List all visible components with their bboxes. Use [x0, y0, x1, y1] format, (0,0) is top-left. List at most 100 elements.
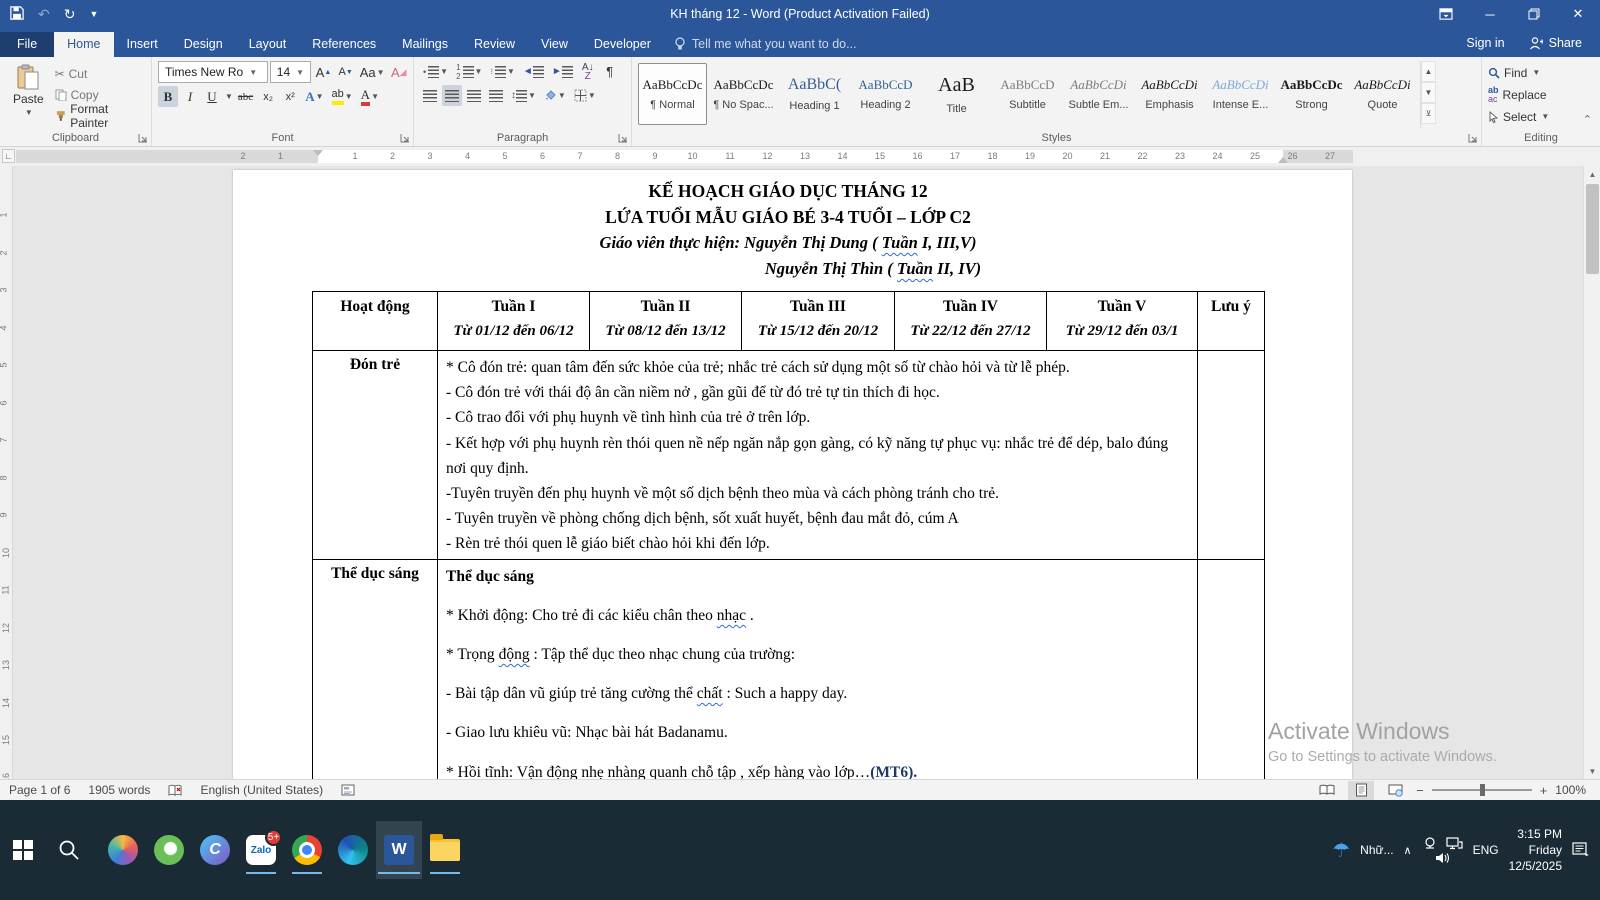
strikethrough-button[interactable]: abc — [235, 86, 256, 107]
share-button[interactable]: Share — [1519, 33, 1592, 53]
font-color-button[interactable]: A▼ — [358, 86, 382, 107]
style-heading1[interactable]: AaBbC(Heading 1 — [780, 63, 849, 125]
styles-scroll-up-icon[interactable]: ▲ — [1421, 61, 1436, 82]
clear-formatting-button[interactable]: A◢ — [389, 62, 409, 83]
document-page[interactable]: KẾ HOẠCH GIÁO DỤC THÁNG 12 LỨA TUỔI MẪU … — [233, 170, 1352, 779]
volume-icon[interactable] — [1435, 852, 1450, 864]
language-indicator[interactable]: English (United States) — [191, 780, 332, 801]
bold-button[interactable]: B — [158, 86, 178, 107]
show-formatting-marks-button[interactable]: ¶ — [600, 61, 620, 82]
align-center-button[interactable] — [442, 85, 462, 106]
macro-recording-icon[interactable] — [332, 780, 364, 801]
line-spacing-button[interactable]: ↕▼ — [508, 85, 539, 106]
tab-design[interactable]: Design — [171, 32, 236, 57]
style-strong[interactable]: AaBbCcDcStrong — [1277, 63, 1346, 125]
taskbar-edge-icon[interactable] — [330, 821, 376, 879]
taskbar-word-icon[interactable]: W — [376, 821, 422, 879]
word-count[interactable]: 1905 words — [79, 780, 159, 801]
zoom-in-icon[interactable]: + — [1540, 783, 1548, 798]
decrease-indent-button[interactable]: ◄ — [520, 61, 547, 82]
minimize-button[interactable]: ─ — [1468, 0, 1512, 28]
print-layout-button[interactable] — [1348, 781, 1374, 800]
cut-button[interactable]: ✂ Cut — [55, 64, 147, 83]
zoom-out-icon[interactable]: − — [1416, 783, 1424, 798]
tab-home[interactable]: Home — [54, 32, 113, 57]
highlight-button[interactable]: ab▼ — [329, 86, 356, 107]
vertical-scrollbar[interactable]: ▲ ▼ — [1583, 166, 1600, 779]
style-quote[interactable]: AaBbCcDiQuote — [1348, 63, 1417, 125]
style-title[interactable]: AaBTitle — [922, 63, 991, 125]
zoom-slider-thumb[interactable] — [1480, 784, 1485, 796]
font-dialog-launcher-icon[interactable] — [400, 133, 410, 143]
action-center-icon[interactable] — [1572, 842, 1590, 858]
align-left-button[interactable] — [420, 85, 440, 106]
style-heading2[interactable]: AaBbCcDHeading 2 — [851, 63, 920, 125]
tab-file[interactable]: File — [0, 32, 54, 57]
weather-label[interactable]: Nhữ... — [1360, 843, 1393, 857]
paste-button[interactable]: Paste ▼ — [6, 61, 51, 128]
first-line-indent-marker[interactable] — [313, 150, 323, 156]
weather-umbrella-icon[interactable]: ☂ — [1332, 838, 1350, 863]
multilevel-list-button[interactable]: ⁝▼ — [487, 61, 517, 82]
right-indent-marker[interactable] — [1278, 157, 1288, 163]
change-case-button[interactable]: Aa▼ — [358, 62, 387, 83]
paste-dropdown-icon[interactable]: ▼ — [25, 108, 33, 117]
undo-icon[interactable]: ↶ — [38, 7, 50, 21]
tab-insert[interactable]: Insert — [114, 32, 171, 57]
replace-button[interactable]: abac Replace — [1488, 85, 1596, 104]
styles-gallery-more-icon[interactable]: ⊻ — [1421, 103, 1436, 124]
clock[interactable]: 3:15 PM Friday 12/5/2025 — [1509, 826, 1562, 874]
taskbar-zalo-icon[interactable]: Zalo 5+ — [238, 821, 284, 879]
font-name-combo[interactable]: Times New Ro▼ — [158, 61, 268, 83]
clipboard-dialog-launcher-icon[interactable] — [138, 133, 148, 143]
justify-button[interactable] — [486, 85, 506, 106]
numbering-button[interactable]: 12▼ — [453, 61, 485, 82]
style-emphasis[interactable]: AaBbCcDiEmphasis — [1135, 63, 1204, 125]
taskbar-coccoc-icon[interactable] — [146, 821, 192, 879]
borders-button[interactable]: ▼ — [571, 85, 599, 106]
find-button[interactable]: Find▼ — [1488, 63, 1596, 82]
save-icon[interactable] — [10, 6, 24, 22]
styles-scroll-down-icon[interactable]: ▼ — [1421, 82, 1436, 103]
taskbar-chrome-icon[interactable] — [284, 821, 330, 879]
vertical-ruler[interactable]: 12345678910111213141516 — [0, 166, 13, 779]
page-indicator[interactable]: Page 1 of 6 — [0, 780, 79, 801]
tray-expand-chevron-icon[interactable]: ∧ — [1404, 844, 1412, 857]
subscript-button[interactable]: x₂ — [258, 86, 278, 107]
style-subtitle[interactable]: AaBbCcDSubtitle — [993, 63, 1062, 125]
customize-quick-access-icon[interactable]: ▼ — [89, 10, 98, 19]
tab-review[interactable]: Review — [461, 32, 528, 57]
paragraph-dialog-launcher-icon[interactable] — [618, 133, 628, 143]
tab-selector-icon[interactable]: ∟ — [2, 149, 15, 163]
grow-font-button[interactable]: A▲ — [313, 62, 333, 83]
styles-dialog-launcher-icon[interactable] — [1468, 133, 1478, 143]
start-button[interactable] — [0, 821, 46, 879]
zoom-slider[interactable]: − + — [1416, 783, 1547, 798]
zoom-percent[interactable]: 100% — [1555, 783, 1586, 797]
ribbon-display-options-icon[interactable] — [1424, 0, 1468, 28]
tab-developer[interactable]: Developer — [581, 32, 664, 57]
bullets-button[interactable]: •▼ — [420, 61, 451, 82]
taskbar-file-explorer-icon[interactable] — [422, 821, 468, 879]
superscript-button[interactable]: x² — [280, 86, 300, 107]
web-layout-button[interactable] — [1382, 781, 1408, 800]
repeat-icon[interactable]: ↻ — [64, 7, 76, 21]
tab-mailings[interactable]: Mailings — [389, 32, 461, 57]
shading-button[interactable]: ▼ — [541, 85, 569, 106]
close-button[interactable]: ✕ — [1556, 0, 1600, 28]
proofing-errors-icon[interactable] — [159, 780, 191, 801]
scroll-up-icon[interactable]: ▲ — [1584, 166, 1600, 182]
taskbar-search-button[interactable] — [46, 821, 92, 879]
camera-icon[interactable] — [1422, 837, 1438, 850]
tab-references[interactable]: References — [299, 32, 389, 57]
underline-button[interactable]: U — [202, 86, 222, 107]
restore-button[interactable] — [1512, 0, 1556, 28]
scroll-down-icon[interactable]: ▼ — [1584, 763, 1600, 779]
tell-me-box[interactable]: Tell me what you want to do... — [664, 37, 867, 57]
font-size-combo[interactable]: 14▼ — [270, 61, 311, 83]
tab-view[interactable]: View — [528, 32, 581, 57]
format-painter-button[interactable]: Format Painter — [55, 106, 147, 125]
taskbar-canva-icon[interactable]: C — [192, 821, 238, 879]
sign-in-link[interactable]: Sign in — [1456, 33, 1514, 53]
scrollbar-thumb[interactable] — [1586, 184, 1599, 274]
